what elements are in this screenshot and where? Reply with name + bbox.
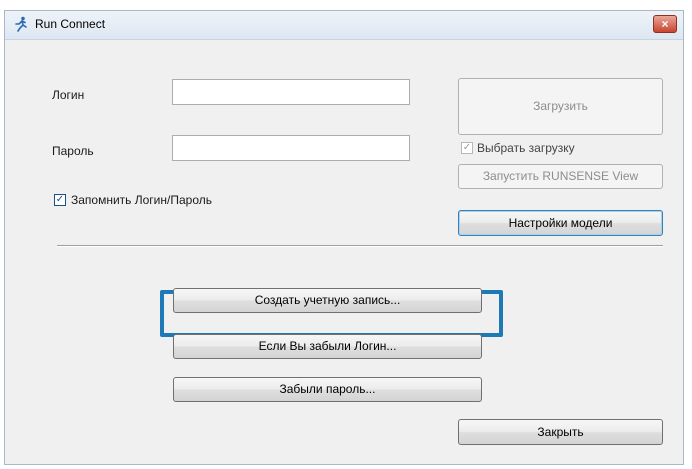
window-title: Run Connect bbox=[35, 17, 106, 31]
password-field[interactable] bbox=[172, 135, 410, 161]
runsense-view-button[interactable]: Запустить RUNSENSE View bbox=[458, 164, 663, 189]
forgot-login-button[interactable]: Если Вы забыли Логин... bbox=[173, 334, 482, 359]
login-label: Логин bbox=[52, 88, 85, 102]
close-button[interactable]: Закрыть bbox=[458, 419, 663, 445]
title-bar: Run Connect × bbox=[5, 11, 683, 40]
forgot-password-button[interactable]: Забыли пароль... bbox=[173, 377, 482, 402]
runner-icon bbox=[13, 16, 29, 32]
run-connect-window: Run Connect × Логин Пароль ✓ Запомнить Л… bbox=[4, 10, 684, 465]
login-field[interactable] bbox=[172, 79, 410, 105]
checkmark-icon: ✓ bbox=[461, 142, 473, 154]
select-upload-label: Выбрать загрузку bbox=[477, 141, 575, 155]
remember-label: Запомнить Логин/Пароль bbox=[71, 193, 212, 207]
separator bbox=[57, 245, 663, 247]
upload-button[interactable]: Загрузить bbox=[458, 78, 663, 135]
model-settings-button[interactable]: Настройки модели bbox=[458, 210, 663, 236]
create-account-button[interactable]: Создать учетную запись... bbox=[173, 288, 482, 313]
close-icon[interactable]: × bbox=[653, 15, 677, 33]
checkmark-icon: ✓ bbox=[54, 194, 66, 206]
password-label: Пароль bbox=[52, 144, 94, 158]
